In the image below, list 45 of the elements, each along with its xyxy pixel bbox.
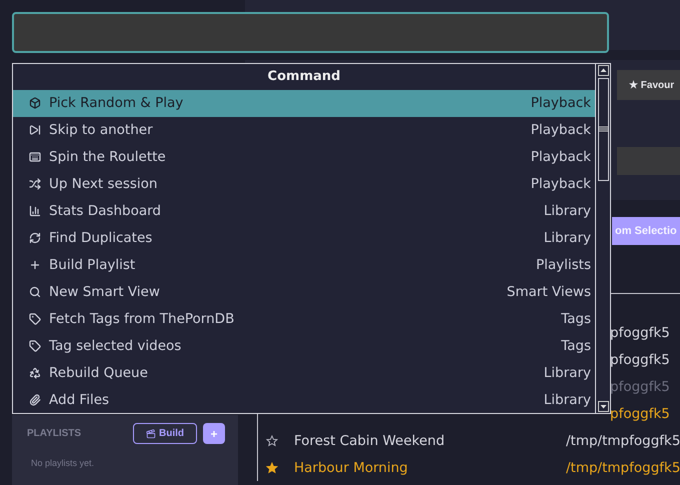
command-item[interactable]: Rebuild Queue Library xyxy=(13,359,595,386)
cube-icon xyxy=(29,97,41,110)
build-button[interactable]: Build xyxy=(133,423,197,444)
video-path: /tmp/tmpfoggfk5 xyxy=(566,432,680,448)
star-outline-icon[interactable] xyxy=(266,434,278,446)
plus-icon xyxy=(29,258,41,271)
command-item[interactable]: Stats Dashboard Library xyxy=(13,198,595,225)
recycle-icon xyxy=(29,366,41,379)
command-item[interactable]: Find Duplicates Library xyxy=(13,224,595,252)
video-title: Harbour Morning xyxy=(294,460,409,476)
bar-chart-icon xyxy=(29,205,41,218)
clapperboard-icon xyxy=(146,428,156,438)
video-path: pfoggfk5 xyxy=(610,324,670,340)
tag-icon xyxy=(29,312,41,325)
command-item[interactable]: Add Files Library xyxy=(13,386,595,413)
favourites-button[interactable]: ★ Favour xyxy=(617,70,680,100)
search-icon xyxy=(29,286,41,298)
command-item[interactable]: Tag selected videos Tags xyxy=(13,332,595,360)
scroll-down-icon[interactable] xyxy=(598,401,608,412)
star-filled-icon[interactable] xyxy=(266,462,278,474)
empty-text: No playlists yet. xyxy=(30,458,96,468)
video-path: pfoggfk5 xyxy=(610,352,670,368)
video-path: pfoggfk5 xyxy=(610,378,670,394)
shuffle-icon xyxy=(29,178,41,190)
scroll-thumb[interactable] xyxy=(598,78,608,181)
command-item[interactable]: Fetch Tags from ThePornDB Tags xyxy=(13,305,595,332)
video-title: Forest Cabin Weekend xyxy=(294,432,446,448)
tag-icon xyxy=(29,340,41,352)
video-path: /tmp/tmpfoggfk5 xyxy=(566,460,680,476)
scrollbar[interactable] xyxy=(595,64,610,413)
command-item[interactable]: Pick Random & Play Playback xyxy=(13,90,595,117)
section-title: PLAYLISTS xyxy=(27,428,82,439)
scroll-up-icon[interactable] xyxy=(598,65,608,76)
refresh-icon xyxy=(29,232,41,244)
skip-forward-icon xyxy=(29,124,41,136)
command-item[interactable]: New Smart View Smart Views xyxy=(13,278,595,306)
paperclip-icon xyxy=(29,394,41,406)
video-path: pfoggfk5 xyxy=(610,406,670,422)
command-search-field[interactable] xyxy=(12,12,609,53)
command-item[interactable]: Skip to another Playback xyxy=(13,116,595,144)
command-item[interactable]: Up Next session Playback xyxy=(13,170,595,198)
command-item[interactable]: Spin the Roulette Playback xyxy=(13,144,595,171)
keyboard-icon xyxy=(29,151,41,164)
column-header: Command xyxy=(266,68,342,86)
command-item[interactable]: Build Playlist Playlists xyxy=(13,251,595,278)
